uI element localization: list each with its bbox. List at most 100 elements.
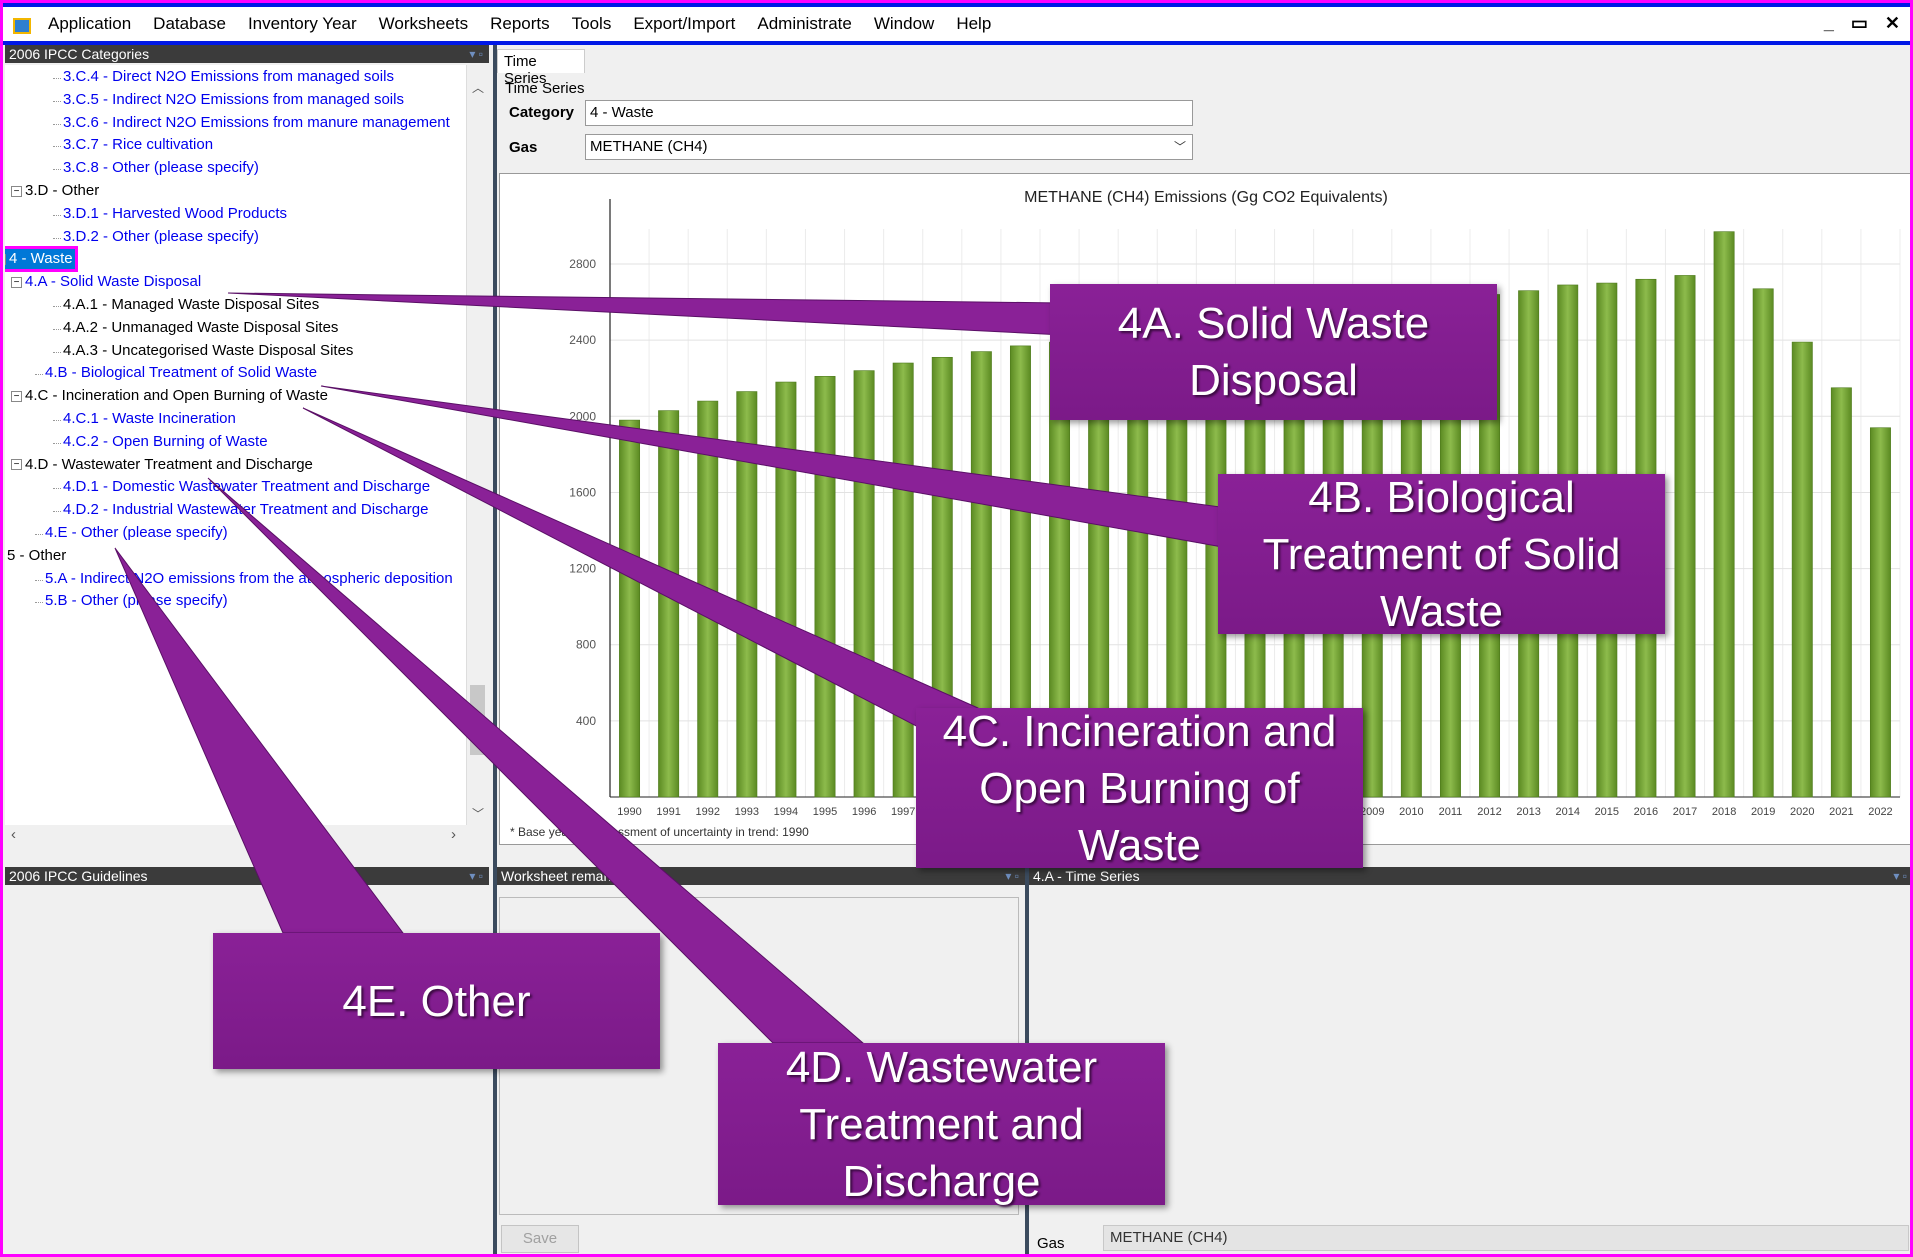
scroll-down-icon[interactable]: ﹀ bbox=[472, 805, 484, 822]
app-icon[interactable] bbox=[13, 18, 31, 34]
tree-item[interactable]: −5 - Other bbox=[5, 546, 66, 566]
collapse-icon[interactable]: − bbox=[11, 390, 22, 402]
tree-item-label: 4.D.1 - Domestic Wastewater Treatment an… bbox=[63, 478, 431, 496]
tree-panel-title: 2006 IPCC Categories bbox=[9, 46, 150, 62]
scroll-thumb[interactable] bbox=[470, 685, 485, 755]
tree-item-label: 4.A.2 - Unmanaged Waste Disposal Sites bbox=[63, 318, 339, 336]
gas-select-2-value: METHANE (CH4) bbox=[1110, 1229, 1228, 1246]
tree-panel-header: 2006 IPCC Categories ▾ ▫ bbox=[5, 45, 489, 63]
y-tick-label: 2800 bbox=[569, 257, 596, 271]
tree-item-label: 3.C.5 - Indirect N2O Emissions from mana… bbox=[63, 90, 404, 108]
bar-1991 bbox=[658, 410, 680, 798]
tree-item[interactable]: 3.C.5 - Indirect N2O Emissions from mana… bbox=[63, 90, 404, 110]
x-tick-label: 2019 bbox=[1751, 806, 1775, 818]
tree-item[interactable]: 4.E - Other (please specify) bbox=[45, 523, 228, 543]
tree-item[interactable]: 4.D.1 - Domestic Wastewater Treatment an… bbox=[63, 477, 430, 497]
tree-item[interactable]: 3.D.2 - Other (please specify) bbox=[63, 227, 259, 247]
tree-connector bbox=[53, 123, 61, 125]
y-tick-label: 800 bbox=[576, 638, 596, 652]
tree-item-label: 4.A.3 - Uncategorised Waste Disposal Sit… bbox=[63, 341, 354, 359]
collapse-icon[interactable]: − bbox=[11, 185, 22, 197]
tree-item[interactable]: −4.C - Incineration and Open Burning of … bbox=[11, 386, 328, 406]
tree-item[interactable]: −4.D - Wastewater Treatment and Discharg… bbox=[11, 455, 313, 475]
tree-item-label: 4.E - Other (please specify) bbox=[45, 524, 228, 541]
tree-connector bbox=[53, 442, 61, 444]
category-field[interactable]: 4 - Waste bbox=[585, 100, 1193, 126]
tree-item[interactable]: 3.C.6 - Indirect N2O Emissions from manu… bbox=[63, 113, 450, 133]
tree-item-label: 5.A - Indirect N2O emissions from the at… bbox=[45, 569, 453, 587]
tree-item[interactable]: 5.A - Indirect N2O emissions from the at… bbox=[45, 569, 453, 589]
collapse-icon[interactable]: − bbox=[11, 276, 22, 288]
menu-item-window[interactable]: Window bbox=[863, 14, 945, 34]
tree-item-label: 3.C.4 - Direct N2O Emissions from manage… bbox=[63, 68, 394, 85]
bar-1992 bbox=[697, 400, 719, 798]
pin-icon[interactable]: ▾ ▫ bbox=[469, 867, 483, 885]
guidelines-panel-header: 2006 IPCC Guidelines ▾ ▫ bbox=[5, 867, 489, 885]
window-controls[interactable]: _ ▭ ✕ bbox=[1824, 13, 1906, 34]
menu-item-application[interactable]: Application bbox=[37, 14, 142, 34]
x-tick-label: 2009 bbox=[1360, 806, 1384, 818]
menu-item-reports[interactable]: Reports bbox=[479, 14, 561, 34]
tree-item-label: 3.C.6 - Indirect N2O Emissions from manu… bbox=[63, 113, 450, 131]
scroll-right-icon[interactable]: › bbox=[451, 826, 456, 843]
tree-item[interactable]: 3.D.1 - Harvested Wood Products bbox=[63, 204, 287, 224]
tree-item-label: 3.D - Other bbox=[25, 182, 100, 199]
tree-item[interactable]: 3.C.8 - Other (please specify) bbox=[63, 158, 259, 178]
x-tick-label: 2022 bbox=[1868, 806, 1892, 818]
tree-connector bbox=[53, 237, 61, 239]
x-tick-label: 2015 bbox=[1595, 806, 1619, 818]
tree-vertical-scrollbar[interactable]: ︿ ﹀ bbox=[466, 65, 488, 825]
chevron-down-icon[interactable]: ﹀ bbox=[1174, 138, 1186, 155]
collapse-icon[interactable]: − bbox=[11, 459, 22, 471]
menu-item-export-import[interactable]: Export/Import bbox=[622, 14, 746, 34]
y-tick-label: 1600 bbox=[569, 485, 596, 499]
tree-item[interactable]: 4.A.2 - Unmanaged Waste Disposal Sites bbox=[63, 318, 338, 338]
x-tick-label: 1993 bbox=[735, 806, 759, 818]
tree-connector bbox=[53, 328, 61, 330]
x-tick-label: 1997 bbox=[891, 806, 915, 818]
tree-item[interactable]: −4.A - Solid Waste Disposal bbox=[11, 272, 201, 292]
gas-select-2[interactable]: METHANE (CH4) bbox=[1103, 1225, 1909, 1251]
tree-item[interactable]: 4.A.1 - Managed Waste Disposal Sites bbox=[63, 295, 319, 315]
bar-1997 bbox=[892, 362, 914, 798]
menu-item-help[interactable]: Help bbox=[945, 14, 1002, 34]
tree-item[interactable]: 4.D.2 - Industrial Wastewater Treatment … bbox=[63, 500, 428, 520]
menu-item-administrate[interactable]: Administrate bbox=[746, 14, 862, 34]
menu-bar: Application Database Inventory Year Workshe… bbox=[3, 3, 1910, 45]
tree-connector bbox=[53, 78, 61, 79]
tree-item[interactable]: 3.C.7 - Rice cultivation bbox=[63, 135, 213, 155]
tree-item-label: 4.B - Biological Treatment of Solid Wast… bbox=[45, 364, 318, 382]
tree-item[interactable]: 4.B - Biological Treatment of Solid Wast… bbox=[45, 363, 317, 383]
tree-item[interactable]: 4.A.3 - Uncategorised Waste Disposal Sit… bbox=[63, 341, 353, 361]
tree-item[interactable]: 3.C.4 - Direct N2O Emissions from manage… bbox=[63, 67, 394, 87]
tree-item[interactable]: 4.C.1 - Waste Incineration bbox=[63, 409, 236, 429]
tree-item-label: 3.D.2 - Other (please specify) bbox=[63, 227, 259, 245]
gas-select[interactable]: METHANE (CH4) ﹀ bbox=[585, 134, 1193, 160]
menu-item-database[interactable]: Database bbox=[142, 14, 237, 34]
scroll-up-icon[interactable]: ︿ bbox=[472, 79, 484, 96]
x-tick-label: 2011 bbox=[1439, 806, 1463, 818]
scroll-left-icon[interactable]: ‹ bbox=[11, 826, 16, 843]
tree-item[interactable]: 5.B - Other (please specify) bbox=[45, 591, 228, 611]
tree-item-label: 3.C.7 - Rice cultivation bbox=[63, 136, 214, 154]
save-button[interactable]: Save bbox=[501, 1225, 579, 1253]
tree-horizontal-scrollbar[interactable]: ‹ › bbox=[5, 825, 490, 847]
collapse-icon[interactable]: − bbox=[5, 253, 6, 265]
tree-item-label: 5.B - Other (please specify) bbox=[45, 592, 228, 610]
tree-item-label: 4.D - Wastewater Treatment and Discharge bbox=[25, 455, 313, 473]
tree-item-label: 4.C - Incineration and Open Burning of W… bbox=[25, 387, 328, 405]
pin-icon[interactable]: ▾ ▫ bbox=[469, 45, 483, 63]
tree-connector bbox=[35, 374, 43, 376]
tree-item-label: 4.C.1 - Waste Incineration bbox=[63, 410, 236, 427]
bar-1996 bbox=[853, 370, 875, 798]
tree-item[interactable]: −4 - Waste bbox=[5, 246, 78, 273]
tree-item-label: 4 - Waste bbox=[9, 250, 73, 268]
x-tick-label: 1996 bbox=[852, 806, 876, 818]
menu-item-tools[interactable]: Tools bbox=[561, 14, 623, 34]
tree-item[interactable]: 4.C.2 - Open Burning of Waste bbox=[63, 432, 268, 452]
pin-icon[interactable]: ▾ ▫ bbox=[1893, 867, 1907, 885]
menu-item-worksheets[interactable]: Worksheets bbox=[368, 14, 479, 34]
menu-item-inventory-year[interactable]: Inventory Year bbox=[237, 14, 368, 34]
tab-time-series[interactable]: Time Series bbox=[497, 49, 585, 87]
tree-item[interactable]: −3.D - Other bbox=[11, 181, 99, 201]
